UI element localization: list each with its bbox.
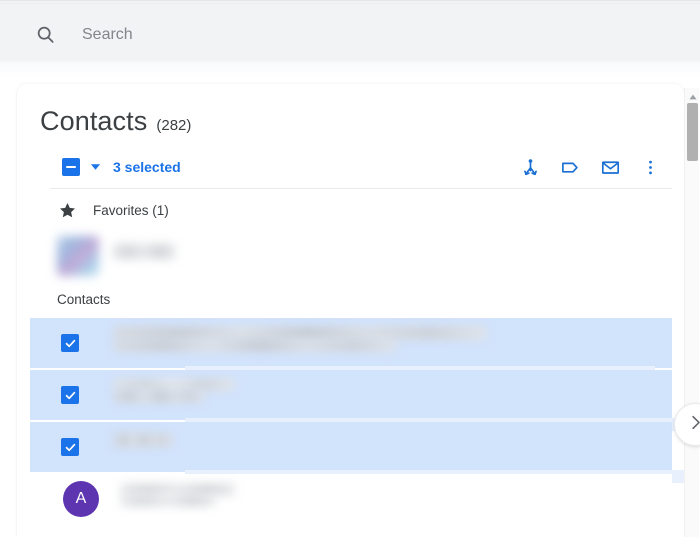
avatar: A <box>63 481 99 517</box>
avatar-initial: A <box>75 490 87 507</box>
send-email-icon[interactable] <box>598 155 622 179</box>
contacts-app-root: Contacts (282) 3 selected <box>0 0 700 537</box>
row-checkbox[interactable] <box>61 438 79 456</box>
table-row[interactable]: A <box>30 474 672 524</box>
contact-subtext-blurred <box>114 340 396 351</box>
favorites-label: Favorites (1) <box>93 202 169 218</box>
favorite-contact-item[interactable] <box>57 234 357 280</box>
search-icon <box>34 24 56 46</box>
contacts-count: (282) <box>156 117 192 134</box>
page-title: Contacts <box>40 106 148 136</box>
selection-toolbar: 3 selected <box>40 146 662 188</box>
avatar <box>57 236 99 276</box>
window-top-edge <box>0 0 700 4</box>
contact-subtext-blurred <box>121 495 215 506</box>
selection-count-label: 3 selected <box>113 159 181 175</box>
row-checkbox[interactable] <box>61 386 79 404</box>
triangle-up-icon[interactable] <box>685 90 700 103</box>
scrollbar[interactable] <box>684 88 699 537</box>
table-row[interactable] <box>30 422 684 483</box>
contacts-panel: Contacts (282) 3 selected Favorites (1) … <box>17 84 684 537</box>
row-content <box>114 326 672 360</box>
contact-list: A <box>30 318 684 524</box>
indeterminate-dash-icon <box>66 166 76 168</box>
table-row[interactable] <box>30 370 675 431</box>
toolbar-divider <box>50 188 672 189</box>
star-icon <box>57 200 77 220</box>
contacts-section-label: Contacts <box>57 292 111 307</box>
contact-name-blurred <box>121 484 235 495</box>
select-all-checkbox[interactable] <box>62 158 80 176</box>
row-content <box>114 430 672 464</box>
chevron-right-icon <box>686 413 700 437</box>
contact-name-blurred <box>114 434 172 446</box>
row-checkbox[interactable] <box>61 334 79 352</box>
contact-name-blurred <box>114 327 486 339</box>
manage-labels-icon[interactable] <box>558 155 582 179</box>
favorites-header: Favorites (1) <box>57 200 169 220</box>
row-content <box>121 482 672 516</box>
merge-contacts-icon[interactable] <box>518 155 542 179</box>
contact-name-blurred <box>114 379 234 390</box>
more-options-icon[interactable] <box>638 155 662 179</box>
search-bar[interactable] <box>16 12 684 57</box>
table-row[interactable] <box>30 318 672 379</box>
scrollbar-thumb[interactable] <box>687 103 698 161</box>
search-input[interactable] <box>82 19 642 50</box>
contact-subtext-blurred <box>114 391 204 402</box>
chevron-down-icon[interactable] <box>89 161 101 173</box>
page-title-row: Contacts (282) <box>40 106 191 137</box>
favorite-contact-name <box>113 244 175 259</box>
row-content <box>114 378 672 412</box>
toolbar-actions <box>518 155 662 179</box>
